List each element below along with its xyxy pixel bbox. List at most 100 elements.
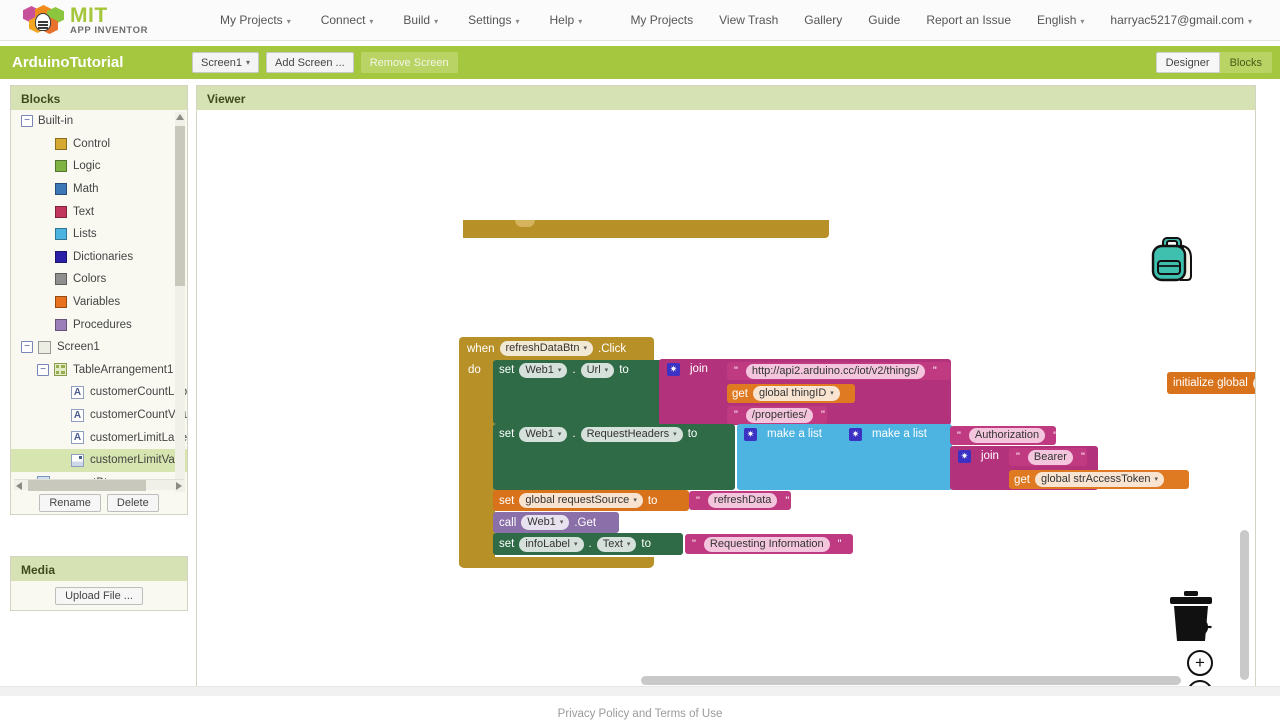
sidebar-item-variables[interactable]: Variables bbox=[11, 291, 187, 314]
page-horizontal-scrollbar[interactable] bbox=[0, 686, 1280, 696]
mutator-gear-icon[interactable] bbox=[958, 449, 971, 463]
set-infolabel-text-block[interactable]: set infoLabel ▾ . Text ▾ to bbox=[493, 533, 683, 555]
scrollbar-thumb[interactable] bbox=[1240, 530, 1249, 680]
trash-can-button[interactable] bbox=[1167, 589, 1215, 643]
blocks-workspace-canvas[interactable]: when refreshDataBtn ▾ .Click do set Web1… bbox=[197, 110, 1255, 693]
tree-item-customercountvalue[interactable]: A customerCountValu bbox=[11, 404, 187, 427]
chevron-down-icon: ▾ bbox=[515, 17, 520, 26]
add-screen-button[interactable]: Add Screen ... bbox=[266, 52, 354, 73]
sidebar-item-lists[interactable]: Lists bbox=[11, 223, 187, 246]
link-report-an-issue[interactable]: Report an Issue bbox=[926, 13, 1011, 27]
scrollbar-thumb[interactable] bbox=[641, 676, 1181, 685]
component-dropdown[interactable]: Web1 ▾ bbox=[521, 515, 570, 530]
blocks-tree-vertical-scrollbar[interactable] bbox=[175, 112, 185, 492]
scroll-left-arrow-icon[interactable] bbox=[16, 482, 22, 490]
tree-item-customercountlabel[interactable]: A customerCountLab bbox=[11, 381, 187, 404]
remove-screen-button[interactable]: Remove Screen bbox=[360, 52, 458, 73]
event-block-header[interactable]: when refreshDataBtn ▾ .Click bbox=[459, 337, 654, 360]
get-global-straccesstoken-block[interactable]: get global strAccessToken ▾ bbox=[1009, 470, 1189, 489]
blocks-tree-horizontal-scrollbar[interactable] bbox=[14, 479, 184, 491]
sidebar-item-logic[interactable]: Logic bbox=[11, 155, 187, 178]
make-a-list-outer-block[interactable]: make a list bbox=[737, 424, 847, 490]
property-dropdown[interactable]: Text ▾ bbox=[596, 536, 637, 552]
delete-button[interactable]: Delete bbox=[106, 494, 159, 512]
tree-item-built-in[interactable]: − Built-in bbox=[11, 110, 187, 133]
text-value[interactable]: /properties/ bbox=[745, 407, 813, 423]
text-value[interactable]: Authorization bbox=[968, 428, 1046, 443]
text-url-block[interactable]: " http://api2.arduino.cc/iot/v2/things/ … bbox=[727, 362, 951, 380]
rename-button[interactable]: Rename bbox=[39, 494, 101, 512]
tree-item-screen1[interactable]: − Screen1 bbox=[11, 336, 187, 359]
mit-app-inventor-logo[interactable]: MIT APP INVENTOR bbox=[22, 5, 172, 36]
menu-help[interactable]: Help ▾ bbox=[550, 13, 583, 27]
event-block-body[interactable]: do bbox=[459, 360, 495, 565]
text-requesting-information-block[interactable]: " Requesting Information " bbox=[685, 534, 853, 554]
link-gallery[interactable]: Gallery bbox=[804, 13, 842, 27]
tree-item-customerlimitvalue[interactable]: customerLimitValu bbox=[11, 448, 187, 472]
sidebar-item-dictionaries[interactable]: Dictionaries bbox=[11, 246, 187, 269]
sidebar-item-control[interactable]: Control bbox=[11, 133, 187, 156]
tab-blocks[interactable]: Blocks bbox=[1219, 52, 1272, 73]
call-web1-get-block[interactable]: call Web1 ▾ .Get bbox=[493, 512, 619, 533]
text-refreshdata-block[interactable]: " refreshData " bbox=[689, 491, 791, 510]
link-view-trash[interactable]: View Trash bbox=[719, 13, 778, 27]
text-value[interactable]: Requesting Information bbox=[703, 536, 830, 552]
tree-item-tablearrangement1[interactable]: − TableArrangement1 bbox=[11, 359, 187, 382]
zoom-in-button[interactable]: + bbox=[1187, 650, 1213, 676]
sidebar-item-text[interactable]: Text bbox=[11, 200, 187, 223]
component-dropdown[interactable]: Web1 ▾ bbox=[519, 362, 568, 378]
set-web1-requestheaders-block[interactable]: set Web1 ▾ . RequestHeaders ▾ to bbox=[493, 424, 735, 490]
variable-name-field[interactable]: requestSource bbox=[1252, 375, 1255, 391]
set-global-requestsource-block[interactable]: set global requestSource ▾ to bbox=[493, 490, 689, 511]
variable-dropdown[interactable]: global strAccessToken ▾ bbox=[1035, 472, 1164, 487]
sidebar-item-math[interactable]: Math bbox=[11, 178, 187, 201]
screen-selector-dropdown[interactable]: Screen1 ▾ bbox=[192, 52, 259, 73]
text-value[interactable]: Bearer bbox=[1027, 449, 1073, 465]
tab-designer[interactable]: Designer bbox=[1155, 52, 1220, 73]
text-value[interactable]: http://api2.arduino.cc/iot/v2/things/ bbox=[745, 363, 925, 379]
text-authorization-block[interactable]: " Authorization " bbox=[950, 426, 1057, 445]
property-dropdown[interactable]: RequestHeaders ▾ bbox=[580, 426, 683, 442]
component-dropdown[interactable]: Web1 ▾ bbox=[519, 426, 568, 442]
menu-build[interactable]: Build ▾ bbox=[403, 13, 438, 27]
initialize-global-requestsource-block[interactable]: initialize global requestSource to bbox=[1167, 372, 1255, 394]
language-selector[interactable]: English ▾ bbox=[1037, 13, 1084, 27]
quote-icon: " bbox=[785, 494, 790, 507]
property-dropdown[interactable]: Url ▾ bbox=[580, 362, 615, 378]
text-bearer-block[interactable]: " Bearer " bbox=[1009, 448, 1087, 466]
menu-connect[interactable]: Connect ▾ bbox=[321, 13, 374, 27]
sidebar-item-procedures[interactable]: Procedures bbox=[11, 313, 187, 336]
privacy-policy-link[interactable]: Privacy Policy and Terms of Use bbox=[558, 708, 723, 720]
text-value[interactable]: refreshData bbox=[707, 493, 778, 508]
mutator-gear-icon[interactable] bbox=[849, 427, 862, 441]
make-a-list-inner-block[interactable]: make a list bbox=[842, 424, 952, 490]
text-properties-block[interactable]: " /properties/ " bbox=[727, 406, 827, 424]
variable-dropdown[interactable]: global thingID ▾ bbox=[753, 386, 840, 401]
canvas-vertical-scrollbar[interactable] bbox=[1240, 530, 1249, 680]
menu-my-projects[interactable]: My Projects ▾ bbox=[220, 13, 291, 27]
collapse-icon[interactable]: − bbox=[21, 115, 33, 128]
scrollbar-thumb[interactable] bbox=[28, 480, 146, 491]
tree-item-label: Control bbox=[73, 137, 111, 150]
tree-item-customerlimitlabel[interactable]: A customerLimitLabe bbox=[11, 426, 187, 449]
get-global-thingid-block[interactable]: get global thingID ▾ bbox=[727, 384, 855, 403]
menu-settings[interactable]: Settings ▾ bbox=[468, 13, 519, 27]
scroll-right-arrow-icon[interactable] bbox=[176, 482, 182, 490]
link-my-projects[interactable]: My Projects bbox=[630, 13, 693, 27]
mutator-gear-icon[interactable] bbox=[667, 362, 680, 376]
user-account-selector[interactable]: harryac5217@gmail.com ▾ bbox=[1110, 13, 1252, 27]
mutator-gear-icon[interactable] bbox=[744, 427, 757, 441]
scroll-up-arrow-icon[interactable] bbox=[176, 114, 184, 120]
color-swatch-icon bbox=[55, 318, 67, 331]
variable-dropdown[interactable]: global requestSource ▾ bbox=[519, 493, 643, 508]
upload-file-button[interactable]: Upload File ... bbox=[55, 587, 143, 605]
component-dropdown[interactable]: refreshDataBtn ▾ bbox=[499, 341, 593, 356]
link-guide[interactable]: Guide bbox=[868, 13, 900, 27]
collapse-icon[interactable]: − bbox=[37, 363, 49, 376]
canvas-horizontal-scrollbar[interactable] bbox=[397, 676, 1217, 685]
sidebar-item-colors[interactable]: Colors bbox=[11, 268, 187, 291]
component-dropdown[interactable]: infoLabel ▾ bbox=[519, 536, 584, 552]
collapse-icon[interactable]: − bbox=[21, 341, 33, 354]
backpack-icon[interactable] bbox=[1141, 228, 1203, 290]
scrollbar-thumb[interactable] bbox=[175, 126, 185, 286]
